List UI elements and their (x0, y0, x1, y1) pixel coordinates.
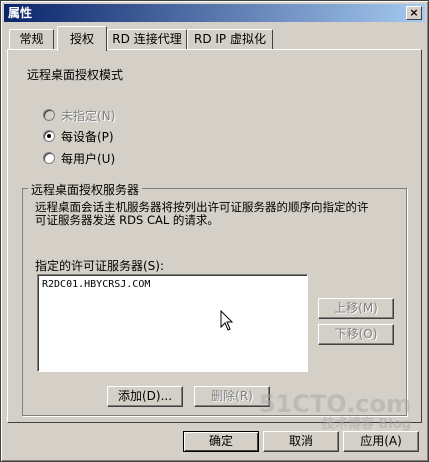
ok-button[interactable]: 确定 (183, 431, 259, 452)
tab-licensing[interactable]: 授权 (57, 26, 107, 51)
radio-per-device[interactable] (43, 130, 55, 142)
radio-not-specified-label: 未指定(N) (61, 109, 116, 123)
tab-rd-ip-virtualization[interactable]: RD IP 虚拟化 (187, 29, 273, 50)
tab-label: 常规 (19, 32, 44, 46)
window-title: 属性 (8, 6, 33, 20)
tab-rd-connection-broker[interactable]: RD 连接代理 (107, 29, 187, 50)
move-down-button[interactable]: 下移(O) (318, 324, 394, 345)
apply-button[interactable]: 应用(A) (343, 431, 419, 452)
mouse-cursor-icon (220, 310, 234, 331)
watermark-line-1: 51CTO.com (258, 390, 411, 418)
license-server-list-label: 指定的许可证服务器(S): (35, 259, 165, 273)
radio-per-user[interactable] (43, 152, 55, 164)
cancel-button[interactable]: 取消 (263, 431, 339, 452)
radio-selected-dot (47, 134, 51, 138)
tab-label: RD IP 虚拟化 (194, 32, 266, 46)
site-watermark: 51CTO.com 技术博客 Blog (259, 392, 411, 431)
tab-label: RD 连接代理 (112, 32, 182, 46)
license-server-group-title: 远程桌面授权服务器 (28, 181, 143, 198)
radio-per-device-label: 每设备(P) (61, 130, 114, 144)
description-line-2: 可证服务器发送 RDS CAL 的请求。 (35, 213, 219, 227)
license-server-description: 远程桌面会话主机服务器将按列出许可证服务器的顺序向指定的许 可证服务器发送 RD… (35, 201, 369, 227)
radio-per-user-label: 每用户(U) (61, 152, 116, 166)
licensing-mode-heading: 远程桌面授权模式 (27, 68, 124, 82)
tab-general[interactable]: 常规 (9, 29, 54, 50)
license-server-list[interactable]: R2DC01.HBYCRSJ.COM (37, 274, 308, 372)
title-bar: 属性 × (4, 4, 425, 22)
list-item[interactable]: R2DC01.HBYCRSJ.COM (42, 279, 150, 290)
close-icon: × (409, 6, 419, 19)
tab-label: 授权 (69, 32, 94, 46)
close-button[interactable]: × (406, 6, 422, 20)
watermark-line-2: 技术博客 Blog (321, 417, 411, 432)
licensing-panel: 远程桌面授权模式 未指定(N) 每设备(P) 每用户(U) 远程桌面授权服务器 … (7, 49, 422, 423)
radio-not-specified[interactable] (43, 109, 55, 121)
move-up-button[interactable]: 上移(M) (318, 298, 394, 319)
add-button[interactable]: 添加(D)... (107, 386, 183, 407)
